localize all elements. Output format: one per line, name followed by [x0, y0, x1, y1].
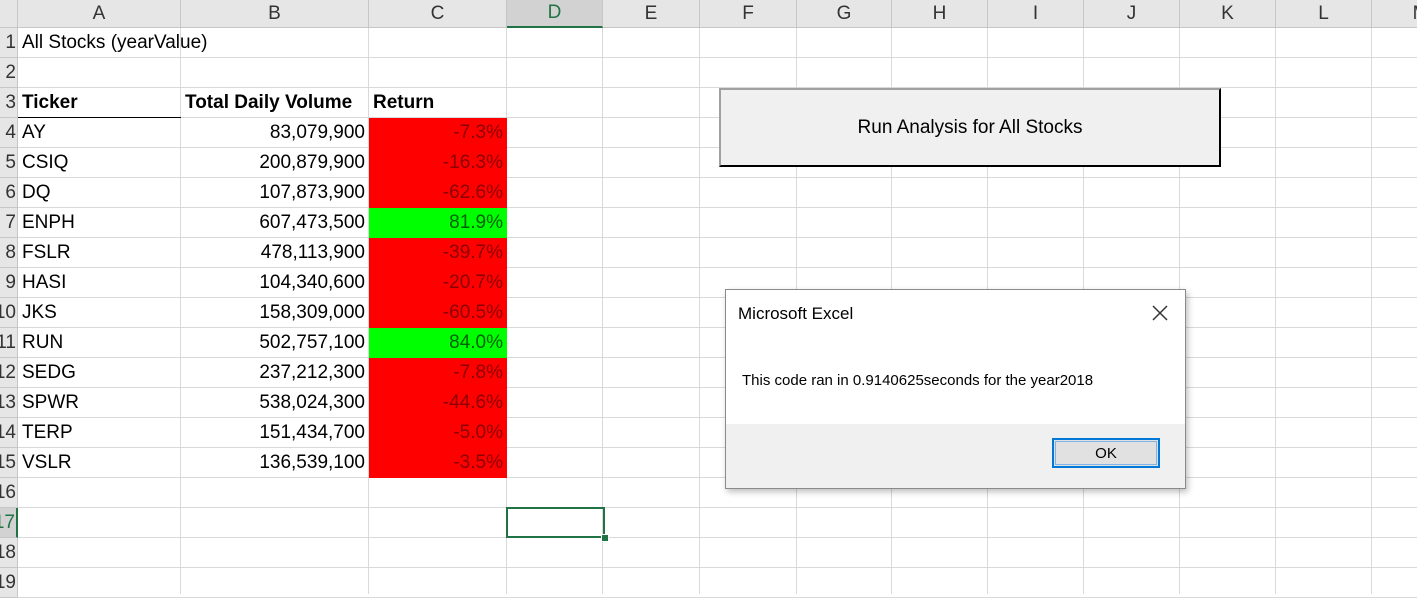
column-header-i[interactable]: I	[988, 0, 1084, 28]
ticker-cell[interactable]: JKS	[18, 298, 181, 328]
volume-cell[interactable]: 83,079,900	[181, 118, 369, 148]
return-cell[interactable]: -39.7%	[369, 238, 507, 268]
ticker-cell[interactable]: RUN	[18, 328, 181, 358]
dialog-message: This code ran in 0.9140625seconds for th…	[742, 372, 1094, 389]
ticker-cell[interactable]: DQ	[18, 178, 181, 208]
volume-cell[interactable]: 136,539,100	[181, 448, 369, 478]
row-header-5[interactable]: 5	[0, 148, 18, 178]
return-cell[interactable]: -7.8%	[369, 358, 507, 388]
column-header-f[interactable]: F	[700, 0, 797, 28]
return-cell[interactable]: 81.9%	[369, 208, 507, 238]
return-cell[interactable]: -62.6%	[369, 178, 507, 208]
volume-cell[interactable]: 478,113,900	[181, 238, 369, 268]
row-header-16[interactable]: 16	[0, 478, 18, 508]
return-cell[interactable]: -7.3%	[369, 118, 507, 148]
row-header-14[interactable]: 14	[0, 418, 18, 448]
return-cell[interactable]: -3.5%	[369, 448, 507, 478]
run-analysis-button[interactable]: Run Analysis for All Stocks	[719, 88, 1221, 167]
ticker-cell[interactable]: VSLR	[18, 448, 181, 478]
row-header-7[interactable]: 7	[0, 208, 18, 238]
column-header-g[interactable]: G	[797, 0, 892, 28]
fill-handle[interactable]	[601, 534, 609, 542]
row-header-15[interactable]: 15	[0, 448, 18, 478]
volume-cell[interactable]: 237,212,300	[181, 358, 369, 388]
row-header-4[interactable]: 4	[0, 118, 18, 148]
row-header-1[interactable]: 1	[0, 28, 18, 58]
message-dialog: Microsoft Excel This code ran in 0.91406…	[725, 289, 1186, 489]
header-ticker[interactable]: Ticker	[18, 88, 181, 118]
row-header-3[interactable]: 3	[0, 88, 18, 118]
grid-line	[18, 537, 1417, 538]
select-all-corner[interactable]	[0, 0, 18, 28]
return-cell[interactable]: -44.6%	[369, 388, 507, 418]
row-header-10[interactable]: 10	[0, 298, 18, 328]
volume-cell[interactable]: 104,340,600	[181, 268, 369, 298]
row-header-6[interactable]: 6	[0, 178, 18, 208]
return-cell[interactable]: -20.7%	[369, 268, 507, 298]
column-header-b[interactable]: B	[181, 0, 369, 28]
active-cell-selection[interactable]	[506, 507, 605, 538]
volume-cell[interactable]: 200,879,900	[181, 148, 369, 178]
row-header-12[interactable]: 12	[0, 358, 18, 388]
close-icon[interactable]	[1149, 302, 1171, 324]
row-header-18[interactable]: 18	[0, 538, 18, 568]
row-header-13[interactable]: 13	[0, 388, 18, 418]
return-cell[interactable]: -16.3%	[369, 148, 507, 178]
column-header-a[interactable]: A	[18, 0, 181, 28]
ticker-cell[interactable]: SEDG	[18, 358, 181, 388]
grid-line	[699, 28, 700, 594]
ticker-cell[interactable]: CSIQ	[18, 148, 181, 178]
header-volume[interactable]: Total Daily Volume	[181, 88, 369, 118]
ticker-cell[interactable]: AY	[18, 118, 181, 148]
dialog-footer: OK	[726, 424, 1185, 488]
column-header-j[interactable]: J	[1084, 0, 1180, 28]
return-cell[interactable]: 84.0%	[369, 328, 507, 358]
ticker-cell[interactable]: FSLR	[18, 238, 181, 268]
sheet-title-cell[interactable]: All Stocks (yearValue)	[18, 28, 368, 58]
return-cell[interactable]: -60.5%	[369, 298, 507, 328]
row-header-11[interactable]: 11	[0, 328, 18, 358]
column-header-l[interactable]: L	[1276, 0, 1372, 28]
row-header-8[interactable]: 8	[0, 238, 18, 268]
volume-cell[interactable]: 502,757,100	[181, 328, 369, 358]
column-header-m[interactable]: M	[1372, 0, 1417, 28]
column-header-e[interactable]: E	[603, 0, 700, 28]
dialog-title: Microsoft Excel	[738, 304, 854, 323]
column-header-d[interactable]: D	[507, 0, 603, 28]
row-header-9[interactable]: 9	[0, 268, 18, 298]
ticker-cell[interactable]: SPWR	[18, 388, 181, 418]
ticker-cell[interactable]: ENPH	[18, 208, 181, 238]
column-header-h[interactable]: H	[892, 0, 988, 28]
grid-line	[1371, 28, 1372, 594]
volume-cell[interactable]: 607,473,500	[181, 208, 369, 238]
grid-line	[1275, 28, 1276, 594]
column-header-k[interactable]: K	[1180, 0, 1276, 28]
ticker-cell[interactable]: HASI	[18, 268, 181, 298]
row-header-17[interactable]: 17	[0, 508, 18, 538]
header-return[interactable]: Return	[369, 88, 507, 118]
volume-cell[interactable]: 158,309,000	[181, 298, 369, 328]
ok-button[interactable]: OK	[1052, 438, 1160, 468]
grid-line	[18, 567, 1417, 568]
grid-line	[18, 507, 1417, 508]
row-header-2[interactable]: 2	[0, 58, 18, 88]
volume-cell[interactable]: 538,024,300	[181, 388, 369, 418]
return-cell[interactable]: -5.0%	[369, 418, 507, 448]
volume-cell[interactable]: 151,434,700	[181, 418, 369, 448]
ticker-cell[interactable]: TERP	[18, 418, 181, 448]
column-header-c[interactable]: C	[369, 0, 507, 28]
volume-cell[interactable]: 107,873,900	[181, 178, 369, 208]
